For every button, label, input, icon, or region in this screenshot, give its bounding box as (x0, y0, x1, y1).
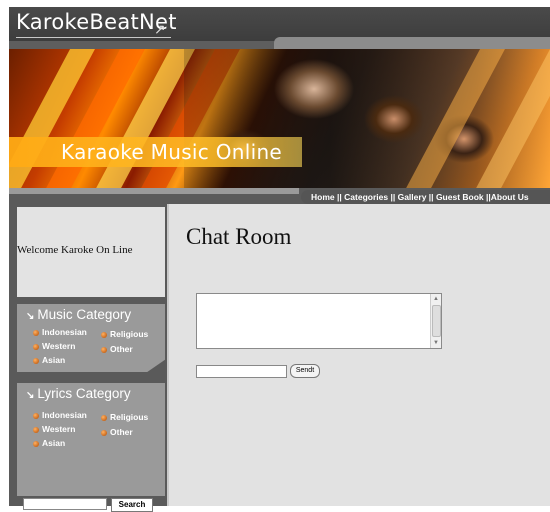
category-item-label: Indonesian (42, 410, 87, 420)
nav-separator: || (337, 192, 342, 202)
category-item-label: Western (42, 424, 76, 434)
category-item-label: Asian (42, 438, 66, 448)
music-category-item-western[interactable]: Western (33, 341, 75, 351)
hero-banner: Karaoke Music Online (9, 49, 550, 188)
scroll-thumb[interactable] (432, 305, 441, 337)
lyrics-category-title: ↘ Lyrics Category (26, 386, 131, 401)
bullet-icon (33, 426, 39, 433)
bullet-icon (33, 343, 39, 350)
main-content: Chat Room ▲ ▼ Sendt (167, 204, 550, 506)
nav-bar-left (9, 188, 299, 194)
category-item-label: Indonesian (42, 327, 87, 337)
page-frame: KarokeBeatNet ↗ Karaoke Music Online Hom… (9, 7, 550, 512)
scroll-down-icon[interactable]: ▼ (432, 339, 440, 347)
category-item-label: Other (110, 427, 133, 437)
chat-message-input[interactable] (196, 365, 287, 378)
bullet-icon (101, 331, 107, 338)
music-category-label: Music Category (37, 307, 132, 322)
chat-scrollbar[interactable]: ▲ ▼ (430, 294, 441, 348)
banner-title: Karaoke Music Online (61, 140, 283, 164)
category-item-label: Western (42, 341, 76, 351)
music-category-item-other[interactable]: Other (101, 344, 133, 354)
nav-separator: || (428, 192, 434, 202)
nav-separator: || (390, 192, 396, 202)
lyrics-category-item-other[interactable]: Other (101, 427, 133, 437)
bullet-icon (101, 346, 107, 353)
nav-link-guest-book[interactable]: Guest Book (436, 192, 484, 202)
music-category-item-religious[interactable]: Religious (101, 329, 148, 339)
lyrics-category-box: ↘ Lyrics Category Indonesian Religious We… (17, 383, 165, 496)
lyrics-category-item-religious[interactable]: Religious (101, 412, 148, 422)
bullet-icon (33, 329, 39, 336)
bullet-icon (101, 414, 107, 421)
music-category-item-asian[interactable]: Asian (33, 355, 65, 365)
bullet-icon (101, 429, 107, 436)
search-button[interactable]: Search (111, 498, 153, 512)
nav-links: Home || Categories || Gallery || Guest B… (301, 190, 550, 204)
nav-link-gallery[interactable]: Gallery (398, 192, 427, 202)
music-category-box: ↘ Music Category Indonesian Religious Wes… (17, 304, 165, 372)
search-input[interactable] (23, 498, 107, 510)
lyrics-category-item-asian[interactable]: Asian (33, 438, 65, 448)
welcome-panel: Welcome Karoke On Line (17, 207, 165, 297)
sidebar: Welcome Karoke On Line ↘ Music Category I… (9, 204, 167, 512)
nav-link-home[interactable]: Home (311, 192, 335, 202)
banner-title-box: Karaoke Music Online (9, 137, 302, 167)
category-item-label: Religious (110, 412, 149, 422)
chat-messages-textarea[interactable]: ▲ ▼ (196, 293, 442, 349)
nav-link-about-us[interactable]: About Us (491, 192, 529, 202)
lyrics-category-label: Lyrics Category (37, 386, 131, 401)
scroll-up-icon[interactable]: ▲ (432, 295, 440, 303)
header-strip-tab (274, 37, 550, 49)
category-item-label: Religious (110, 329, 149, 339)
bullet-icon (33, 440, 39, 447)
lyrics-category-item-western[interactable]: Western (33, 424, 75, 434)
music-category-item-indonesian[interactable]: Indonesian (33, 327, 87, 337)
category-item-label: Asian (42, 355, 66, 365)
arrow-down-right-icon: ↘ (26, 390, 35, 401)
music-category-title: ↘ Music Category (26, 307, 131, 322)
bullet-icon (33, 412, 39, 419)
bullet-icon (33, 357, 39, 364)
lyrics-category-item-indonesian[interactable]: Indonesian (33, 410, 87, 420)
page-title: Chat Room (186, 224, 292, 249)
welcome-text: Welcome Karoke On Line (17, 244, 133, 256)
nav-link-categories[interactable]: Categories (344, 192, 388, 202)
site-logo[interactable]: KarokeBeatNet (16, 10, 177, 34)
arrow-down-right-icon: ↘ (26, 311, 35, 322)
send-button[interactable]: Sendt (290, 364, 320, 378)
category-item-label: Other (110, 344, 133, 354)
logo-underline (16, 37, 171, 38)
logo-arrow-icon: ↗ (154, 21, 166, 37)
